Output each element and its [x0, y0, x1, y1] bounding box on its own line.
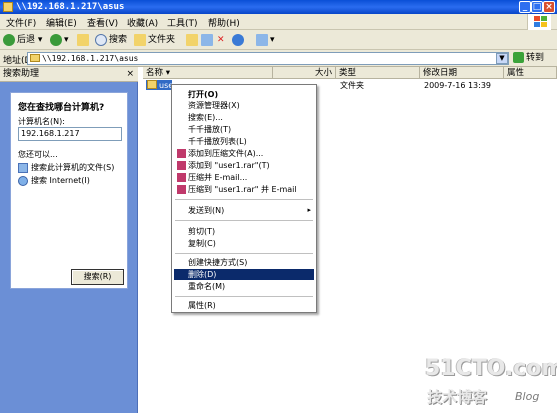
watermark-subtitle: 技术博客 [427, 388, 488, 406]
winrar-icon [177, 185, 186, 194]
copy-to-icon [201, 33, 213, 46]
column-attributes[interactable]: 属性 [504, 67, 557, 79]
menu-item-cut[interactable]: 剪切(T) [174, 226, 314, 237]
column-type[interactable]: 类型 [336, 67, 420, 79]
column-name[interactable]: 名称 ▾ [143, 67, 273, 79]
menu-item-copy[interactable]: 复制(C) [174, 238, 314, 249]
computer-name-input[interactable]: 192.168.1.217 [18, 127, 122, 141]
computer-name-label: 计算机名(N): [18, 117, 65, 126]
watermark-blog: Blog [515, 390, 540, 403]
winrar-icon [177, 173, 186, 182]
search-icon [95, 33, 107, 46]
title-bar: \\192.168.1.217\asus _ □ × [0, 0, 557, 14]
up-button[interactable] [77, 33, 91, 47]
menu-item-compress-rar-email[interactable]: 压缩到 "user1.rar" 并 E-mail [174, 184, 314, 195]
search-assistant-pane: 搜索助理 × 您在查找哪台计算机? 计算机名(N): 192.168.1.217… [0, 67, 138, 413]
menu-item-open[interactable]: 打开(O) [174, 89, 314, 100]
menu-item-properties[interactable]: 属性(R) [174, 300, 314, 311]
winrar-icon [177, 149, 186, 158]
menu-separator [175, 296, 313, 297]
views-button[interactable]: ▾ [256, 33, 275, 47]
menu-item-compress-email[interactable]: 压缩并 E-mail... [174, 172, 314, 183]
menu-item-delete[interactable]: 删除(D) [174, 269, 314, 280]
panel-heading: 您在查找哪台计算机? [18, 103, 105, 113]
menu-item-add-to-archive[interactable]: 添加到压缩文件(A)... [174, 148, 314, 159]
folder-icon [147, 80, 157, 89]
menu-item-rename[interactable]: 重命名(M) [174, 281, 314, 292]
menu-bar: 文件(F) 编辑(E) 查看(V) 收藏(A) 工具(T) 帮助(H) [0, 14, 557, 30]
pane-title: 搜索助理 [3, 69, 40, 79]
column-size[interactable]: 大小 [273, 67, 336, 79]
folders-button[interactable]: 文件夹 [134, 33, 175, 47]
address-dropdown-button[interactable]: ▼ [496, 53, 508, 64]
file-type: 文件夹 [340, 81, 364, 90]
submenu-arrow-icon: ▸ [307, 206, 311, 214]
folder-up-icon [77, 33, 89, 46]
column-modified[interactable]: 修改日期 [420, 67, 504, 79]
back-button[interactable]: 后退 ▾ [3, 33, 42, 47]
move-to-icon [186, 33, 198, 46]
views-icon [256, 33, 268, 46]
folders-icon [134, 33, 146, 46]
search-button[interactable]: 搜索 [95, 33, 127, 47]
winrar-icon [177, 161, 186, 170]
delete-button[interactable]: ✕ [217, 33, 225, 47]
network-folder-icon [30, 54, 40, 62]
go-arrow-icon [513, 52, 524, 63]
menu-view[interactable]: 查看(V) [87, 16, 118, 29]
forward-arrow-icon [50, 33, 62, 46]
menu-tools[interactable]: 工具(T) [167, 16, 198, 29]
copy-to-button[interactable] [201, 33, 215, 47]
menu-item-ttplayer-play[interactable]: 千千播放(T) [174, 124, 314, 135]
watermark-brand: 51CTO.com [425, 356, 557, 381]
address-bar: 地址(D) \\192.168.1.217\asus ▼ 转到 [0, 50, 557, 67]
menu-help[interactable]: 帮助(H) [208, 16, 240, 29]
close-button[interactable]: × [543, 1, 555, 13]
move-to-button[interactable] [186, 33, 200, 47]
globe-icon [18, 175, 28, 186]
watermark-logo: 51CTO.com 技术博客 Blog [425, 356, 557, 414]
menu-separator [175, 253, 313, 254]
search-files-link[interactable]: 搜索此计算机的文件(S) [18, 162, 114, 173]
forward-button[interactable]: ▾ [50, 33, 69, 47]
file-modified: 2009-7-16 13:39 [424, 81, 491, 90]
windows-logo-icon [527, 14, 551, 30]
menu-separator [175, 220, 313, 221]
search-submit-button[interactable]: 搜索(R) [71, 269, 124, 285]
undo-icon [232, 33, 244, 46]
minimize-button[interactable]: _ [519, 1, 531, 13]
folder-icon [3, 2, 13, 12]
go-button[interactable]: 转到 [513, 52, 553, 65]
menu-item-search[interactable]: 搜索(E)... [174, 112, 314, 123]
maximize-button[interactable]: □ [531, 1, 543, 13]
menu-item-send-to[interactable]: 发送到(N) ▸ [174, 205, 314, 216]
more-options-label: 您还可以... [18, 150, 58, 159]
search-internet-link[interactable]: 搜索 Internet(I) [18, 175, 90, 186]
pane-close-button[interactable]: × [126, 67, 134, 82]
menu-item-create-shortcut[interactable]: 创建快捷方式(S) [174, 257, 314, 268]
address-input[interactable]: \\192.168.1.217\asus [27, 52, 509, 65]
menu-file[interactable]: 文件(F) [6, 16, 36, 29]
back-arrow-icon [3, 33, 15, 46]
search-files-icon [18, 162, 28, 173]
window-title: \\192.168.1.217\asus [16, 2, 125, 12]
menu-edit[interactable]: 编辑(E) [46, 16, 77, 29]
menu-item-explorer[interactable]: 资源管理器(X) [174, 100, 314, 111]
toolbar: 后退 ▾ ▾ 搜索 文件夹 ✕ ▾ [0, 30, 557, 50]
pane-header: 搜索助理 × [0, 67, 138, 82]
menu-favorites[interactable]: 收藏(A) [127, 16, 158, 29]
context-menu: 打开(O) 资源管理器(X) 搜索(E)... 千千播放(T) 千千播放列表(L… [171, 84, 317, 313]
undo-button[interactable] [232, 33, 246, 47]
delete-x-icon: ✕ [217, 35, 225, 45]
menu-item-add-to-rar[interactable]: 添加到 "user1.rar"(T) [174, 160, 314, 171]
menu-separator [175, 199, 313, 200]
menu-item-ttplayer-playlist[interactable]: 千千播放列表(L) [174, 136, 314, 147]
search-computer-panel: 您在查找哪台计算机? 计算机名(N): 192.168.1.217 您还可以..… [10, 92, 128, 289]
